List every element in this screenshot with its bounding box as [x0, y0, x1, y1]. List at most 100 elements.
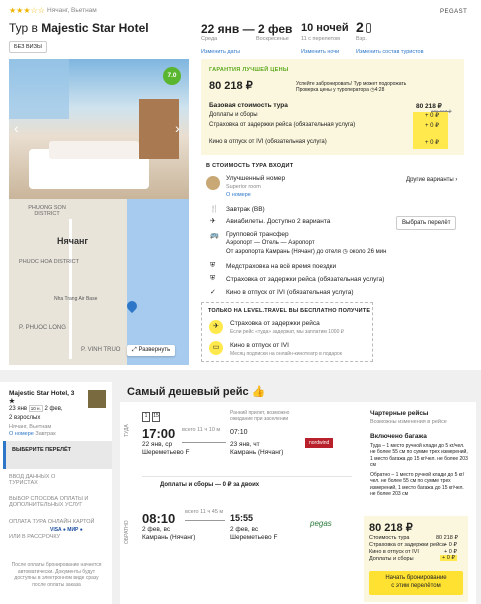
- expand-map-button[interactable]: ⤢ Развернуть: [127, 345, 176, 356]
- map-label-nhatrang: Нячанг: [57, 236, 89, 246]
- hotel-map[interactable]: PHUONG SON DISTRICT Нячанг PHUOC HOA DIS…: [9, 199, 189, 365]
- start-booking-label: Начать бронирование: [385, 575, 447, 581]
- change-dates-link[interactable]: Изменить даты: [201, 49, 240, 55]
- total-box: 80 218 ₽ Стоимость тура 80 218 ₽ Страхов…: [364, 516, 468, 602]
- fees-note: Доплаты и сборы — 0 ₽ за двоих: [160, 482, 260, 488]
- total-row-fees-label: Доплаты и сборы: [369, 556, 414, 562]
- best-price-guarantee: ГАРАНТИЯ ЛУЧШЕЙ ЦЕНЫ: [209, 67, 289, 73]
- step-tourist-data[interactable]: ВВОД ДАННЫХ О ТУРИСТАХ: [9, 474, 84, 486]
- favorite-heart-icon[interactable]: ♡: [30, 155, 52, 184]
- charter-title: Чартерные рейсы: [370, 410, 429, 417]
- hotel-location: Нячанг, Вьетнам: [47, 7, 97, 14]
- furniture-shape: [139, 99, 179, 159]
- out-arr-time: 07:10: [230, 429, 248, 436]
- free-title: ТОЛЬКО НА LEVEL.TRAVEL ВЫ БЕСПЛАТНО ПОЛУ…: [208, 308, 371, 314]
- room-sub: Superior room: [226, 184, 261, 190]
- total-row-tour-value: 80 218 ₽: [436, 535, 458, 541]
- insurance-row-label: Страховка от задержки рейса (обязательна…: [209, 122, 356, 128]
- ret-flight-line: [185, 520, 225, 521]
- chevron-right-icon: ›: [455, 177, 458, 183]
- transfer-label: Групповой трансфер: [226, 231, 289, 238]
- free-ivi: Кино в отпуск от IVI: [230, 342, 289, 349]
- dates-weekday-end: Воскресенье: [256, 36, 289, 42]
- dates-value: 22 янв — 2 фев: [201, 22, 293, 36]
- included-title: В СТОИМОСТЬ ТУРА ВХОДИТ: [206, 163, 294, 169]
- map-label-airbase: Nha Trang Air Base: [54, 296, 98, 302]
- photo-prev-icon[interactable]: ‹: [14, 120, 19, 136]
- price-box: ГАРАНТИЯ ЛУЧШЕЙ ЦЕНЫ 80 218 ₽ Успейте за…: [201, 59, 464, 155]
- choose-flight-button[interactable]: Выбрать перелёт: [396, 216, 457, 230]
- map-label-phuoc-hoa: PHUOC HOA DISTRICT: [19, 259, 79, 265]
- map-label-vinh-truong: P. VINH TRUO: [81, 347, 121, 353]
- out-dep-date: 22 янв, ср: [142, 441, 173, 448]
- room-info-link[interactable]: О номере: [226, 192, 251, 198]
- tour-header-card: ★★★☆☆ Нячанг, Вьетнам Тур в Majestic Sta…: [0, 0, 481, 370]
- out-arr-date: 08:10: [142, 511, 176, 526]
- payment-logos: VISA ● МИР ●: [50, 527, 83, 533]
- step-choose-flight[interactable]: ВЫБЕРИТЕ ПЕРЕЛЁТ: [3, 441, 112, 469]
- medical-insurance: Медстраховка на всё время поездки: [226, 263, 337, 270]
- airline-logo-pegas: pegas: [310, 519, 332, 528]
- hotel-name: Majestic Star Hotel: [41, 21, 149, 35]
- base-price-label: Базовая стоимость тура: [209, 102, 288, 109]
- operator-logo: PEGAST: [440, 9, 468, 15]
- expand-map-label: Развернуть: [138, 347, 171, 353]
- booking-sidebar: Majestic Star Hotel, 3 ★ 23 янв 10 н. 2 …: [0, 382, 112, 604]
- free-insurance: Страховка от задержки рейса: [230, 320, 320, 327]
- sidebar-room-meal: О номере Завтрак: [9, 431, 56, 437]
- window-shape: [9, 59, 69, 119]
- other-options-link[interactable]: Другие варианты ›: [406, 177, 457, 183]
- start-booking-button[interactable]: Начать бронирование с этим перелётом: [369, 571, 463, 595]
- breakfast-label: Завтрак (BB): [226, 206, 265, 213]
- thumbs-up-icon: 👍: [251, 386, 266, 398]
- out-dep-airport: Шереметьево F: [142, 449, 190, 456]
- check-icon: ✓: [210, 289, 216, 296]
- plane-icon: ✈: [210, 218, 216, 225]
- step-pay-online[interactable]: ОПЛАТА ТУРА ОНЛАЙН КАРТОЙ: [9, 519, 104, 525]
- sidebar-footer: После оплаты бронирование начнется автом…: [11, 562, 102, 588]
- charter-sub: Возможны изменения в рейсе: [370, 419, 447, 425]
- no-visa-badge: БЕЗ ВИЗЫ: [9, 41, 47, 53]
- dates-weekday-start: Среда: [201, 36, 218, 42]
- out-flight-line: [182, 442, 226, 443]
- baggage-out-text: Туда – 1 место ручной клади до 5 кг/чел.…: [370, 443, 468, 468]
- change-nights-link[interactable]: Изменить ночи: [301, 49, 339, 55]
- sea-area: [127, 199, 189, 365]
- ivi-row-value: + 0 ₽: [425, 140, 439, 146]
- flights-label: Авиабилеты. Доступно 2 варианта: [226, 218, 331, 225]
- out-early-note: Ранний прилет, возможно ожидание при зас…: [230, 410, 290, 422]
- ivi-row-label: Кино в отпуск от IVI (обязательная услуг…: [209, 139, 327, 145]
- sidebar-hotel-thumb: [88, 390, 106, 408]
- tv-badge-icon: ▭: [209, 341, 223, 355]
- bed-pillows: [49, 141, 139, 159]
- bus-icon: 🚌: [210, 232, 219, 239]
- step-installment[interactable]: ИЛИ В РАССРОЧКУ: [9, 534, 60, 540]
- ret-arr-date: 2 фев, вс: [230, 526, 259, 533]
- clock-icon: ◷: [342, 249, 348, 255]
- guests-sub: Взр.: [356, 36, 367, 42]
- total-row-ins-value: + 0 ₽: [444, 542, 457, 548]
- photo-next-icon[interactable]: ›: [175, 120, 180, 136]
- luggage-icon: 1: [142, 412, 150, 422]
- step-payment-method[interactable]: ВЫБОР СПОСОБА ОПЛАТЫ И ДОПОЛНИТЕЛЬНЫХ УС…: [9, 496, 104, 508]
- ivi-included: Кино в отпуск от IVI (обязательная услуг…: [226, 289, 354, 296]
- free-insurance-sub: Если рейс «туда» задержат, мы заплатим 1…: [230, 329, 344, 335]
- tour-title: Тур в Majestic Star Hotel: [9, 21, 149, 35]
- bag-icon: 15: [152, 412, 160, 422]
- ret-dep-airport: Камрань (Нячанг): [142, 534, 196, 541]
- room-name: Улучшенный номер: [226, 175, 286, 182]
- map-label-phuoc-long: P. PHUOC LONG: [19, 325, 66, 331]
- direction-back-label: ОБРАТНО: [124, 520, 130, 544]
- total-row-ins-label: Страховка от задержки рейса: [369, 542, 445, 548]
- ret-dep-date: 2 фев, вс: [142, 526, 171, 533]
- sidebar-room-link[interactable]: О номере: [9, 431, 34, 437]
- sidebar-location: Нячанг, Вьетнам: [9, 424, 52, 430]
- flight-card[interactable]: ТУДА 1 15 17:00 22 янв, ср Шереметьево F…: [120, 402, 476, 604]
- room-thumb: [206, 176, 220, 190]
- airline-logo-nordwind: nordwind: [305, 438, 334, 448]
- total-row-ivi-label: Кино в отпуск от IVI: [369, 549, 419, 555]
- total-row-tour-label: Стоимость тура: [369, 535, 410, 541]
- total-row-fees-value: + 0 ₽: [440, 555, 457, 561]
- change-guests-link[interactable]: Изменить состав туристов: [356, 49, 424, 55]
- guest-icon: [366, 23, 371, 33]
